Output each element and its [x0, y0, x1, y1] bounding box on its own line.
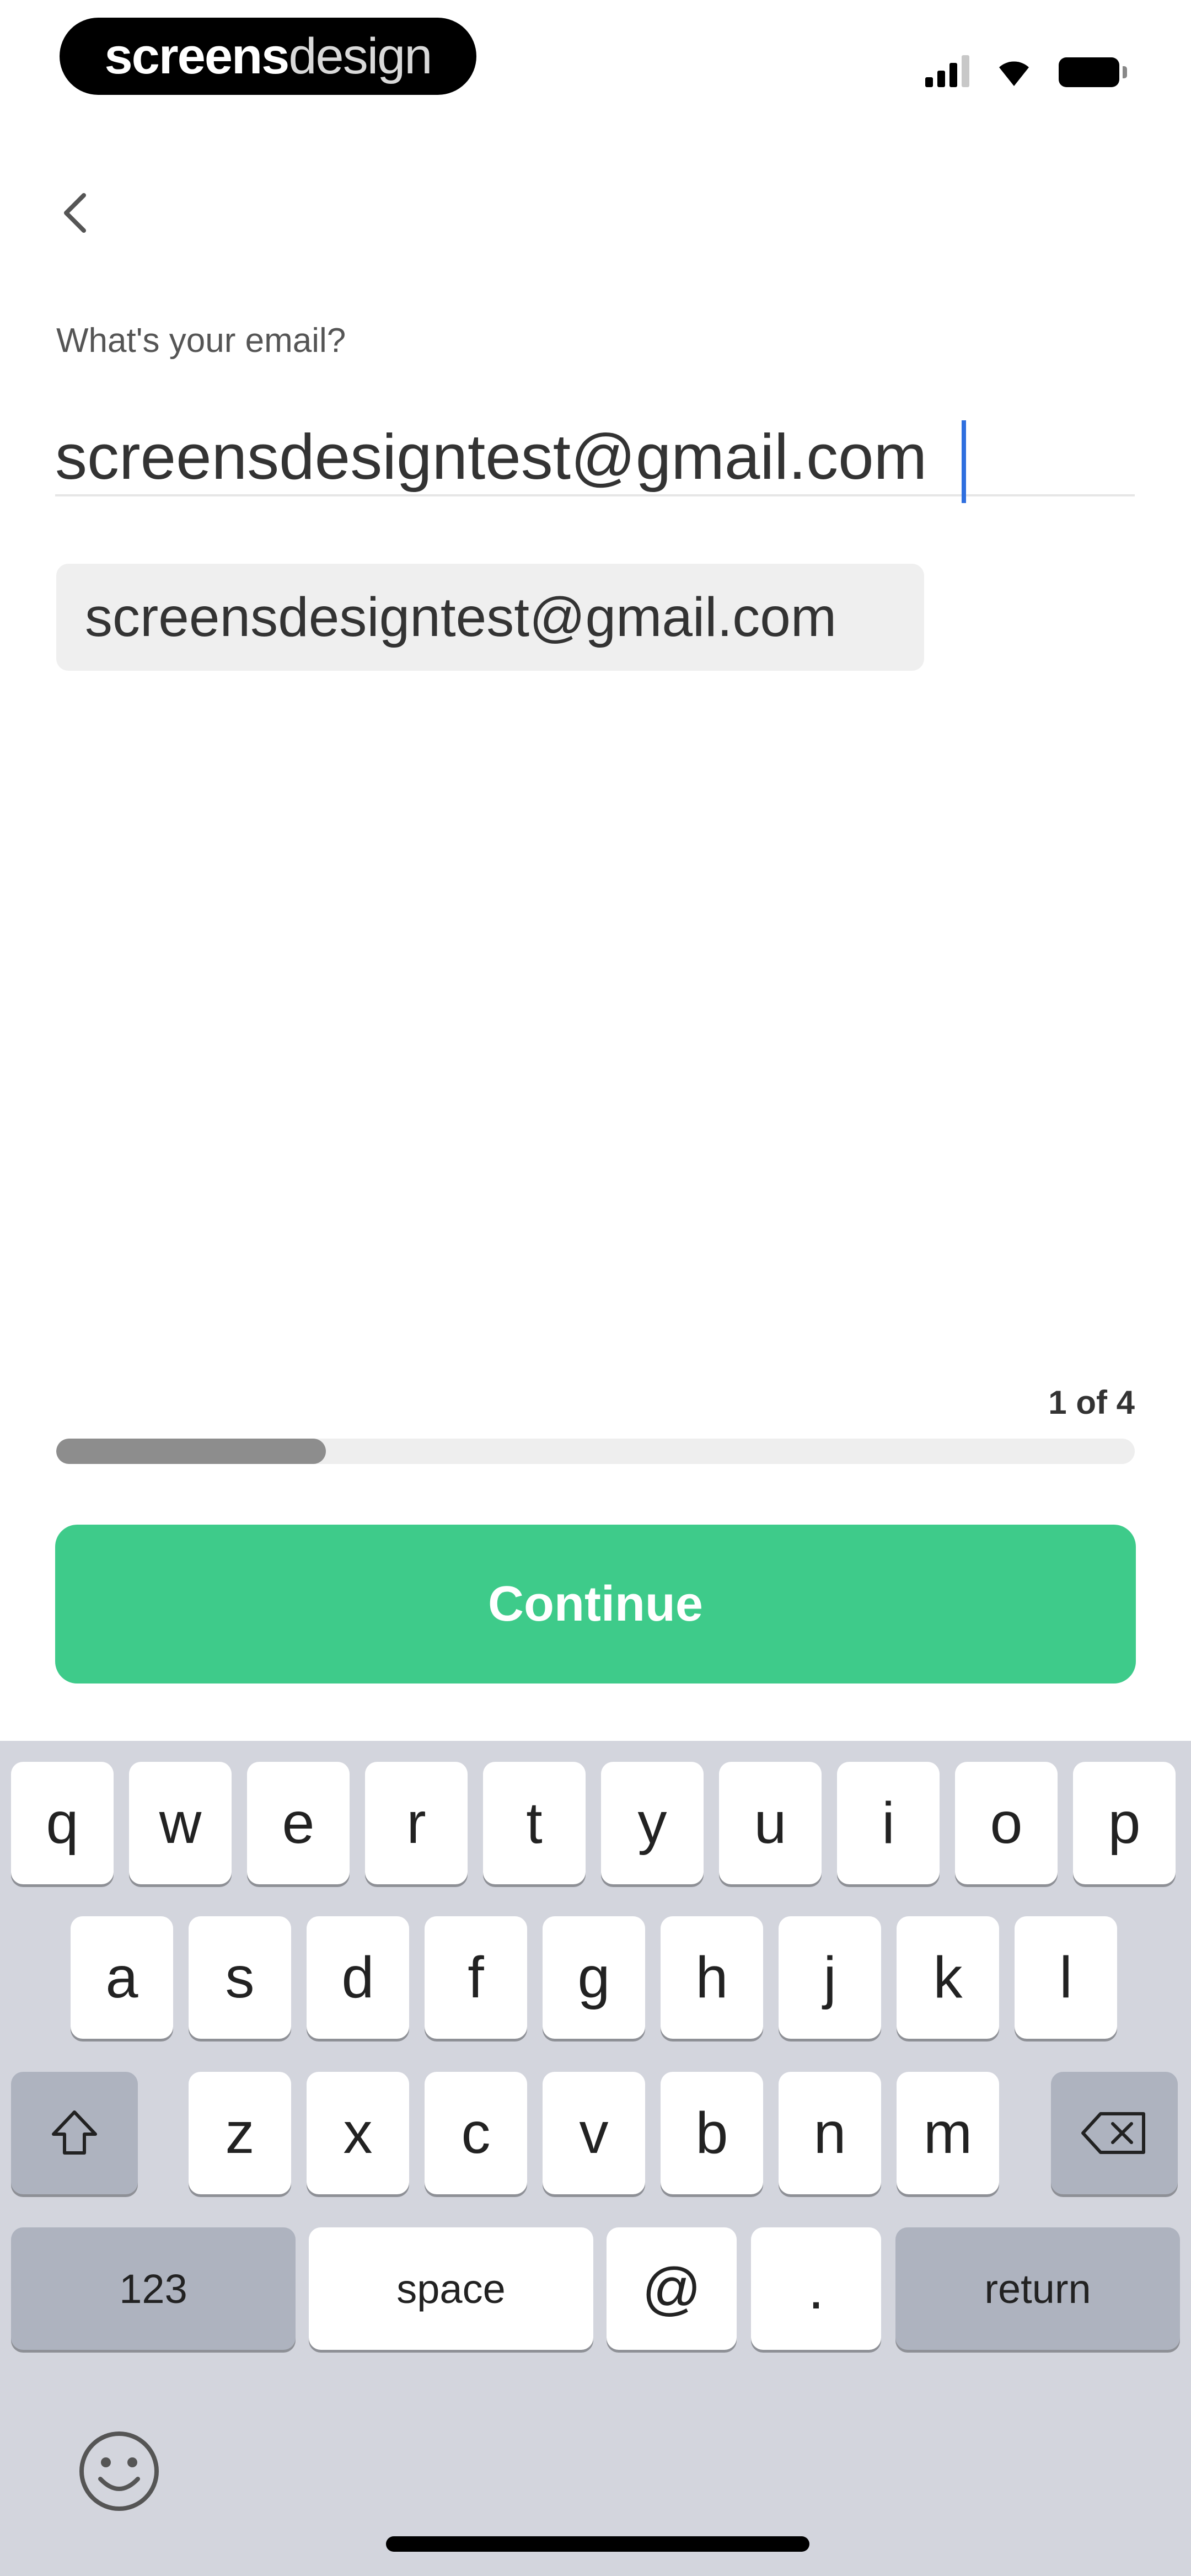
key-z[interactable]: z — [189, 2072, 291, 2194]
shift-key[interactable] — [11, 2072, 138, 2194]
key-l[interactable]: l — [1015, 1916, 1117, 2039]
key-b[interactable]: b — [661, 2072, 763, 2194]
key-c[interactable]: c — [425, 2072, 527, 2194]
brand-logo-bold: screens — [104, 28, 290, 84]
progress-bar-fill — [56, 1439, 326, 1464]
status-icons — [925, 49, 1127, 87]
space-key[interactable]: space — [309, 2227, 593, 2350]
backspace-icon — [1081, 2112, 1145, 2154]
key-q[interactable]: q — [11, 1762, 114, 1884]
continue-button[interactable]: Continue — [55, 1525, 1136, 1684]
backspace-key[interactable] — [1051, 2072, 1178, 2194]
step-counter: 1 of 4 — [1048, 1384, 1135, 1421]
on-screen-keyboard: q w e r t y u i o p a s d f g h j k l z … — [0, 1741, 1191, 2576]
key-g[interactable]: g — [543, 1916, 645, 2039]
key-y[interactable]: y — [601, 1762, 704, 1884]
numbers-key[interactable]: 123 — [11, 2227, 296, 2350]
progress-bar — [56, 1439, 1135, 1464]
key-m[interactable]: m — [897, 2072, 999, 2194]
key-j[interactable]: j — [779, 1916, 881, 2039]
return-key[interactable]: return — [895, 2227, 1180, 2350]
email-input[interactable] — [55, 419, 1135, 496]
brand-logo: screens design — [60, 18, 476, 95]
dot-key[interactable]: . — [751, 2227, 881, 2350]
key-v[interactable]: v — [543, 2072, 645, 2194]
cellular-signal-icon — [925, 55, 969, 87]
key-r[interactable]: r — [365, 1762, 468, 1884]
key-i[interactable]: i — [837, 1762, 940, 1884]
key-e[interactable]: e — [247, 1762, 350, 1884]
email-autofill-suggestion[interactable]: screensdesigntest@gmail.com — [56, 564, 924, 671]
at-key[interactable]: @ — [607, 2227, 737, 2350]
key-d[interactable]: d — [307, 1916, 409, 2039]
key-s[interactable]: s — [189, 1916, 291, 2039]
key-x[interactable]: x — [307, 2072, 409, 2194]
wifi-icon — [999, 61, 1029, 86]
emoji-icon[interactable] — [75, 2427, 163, 2515]
key-w[interactable]: w — [129, 1762, 232, 1884]
key-t[interactable]: t — [483, 1762, 586, 1884]
key-a[interactable]: a — [71, 1916, 173, 2039]
key-p[interactable]: p — [1073, 1762, 1176, 1884]
key-h[interactable]: h — [661, 1916, 763, 2039]
back-chevron-icon[interactable] — [53, 185, 97, 241]
brand-logo-light: design — [288, 28, 432, 84]
email-question-label: What's your email? — [56, 322, 346, 360]
key-n[interactable]: n — [779, 2072, 881, 2194]
home-indicator — [386, 2536, 809, 2552]
key-o[interactable]: o — [955, 1762, 1058, 1884]
key-u[interactable]: u — [719, 1762, 822, 1884]
battery-icon — [1059, 57, 1127, 87]
key-k[interactable]: k — [897, 1916, 999, 2039]
shift-icon — [52, 2110, 97, 2155]
key-f[interactable]: f — [425, 1916, 527, 2039]
text-caret — [962, 420, 966, 503]
